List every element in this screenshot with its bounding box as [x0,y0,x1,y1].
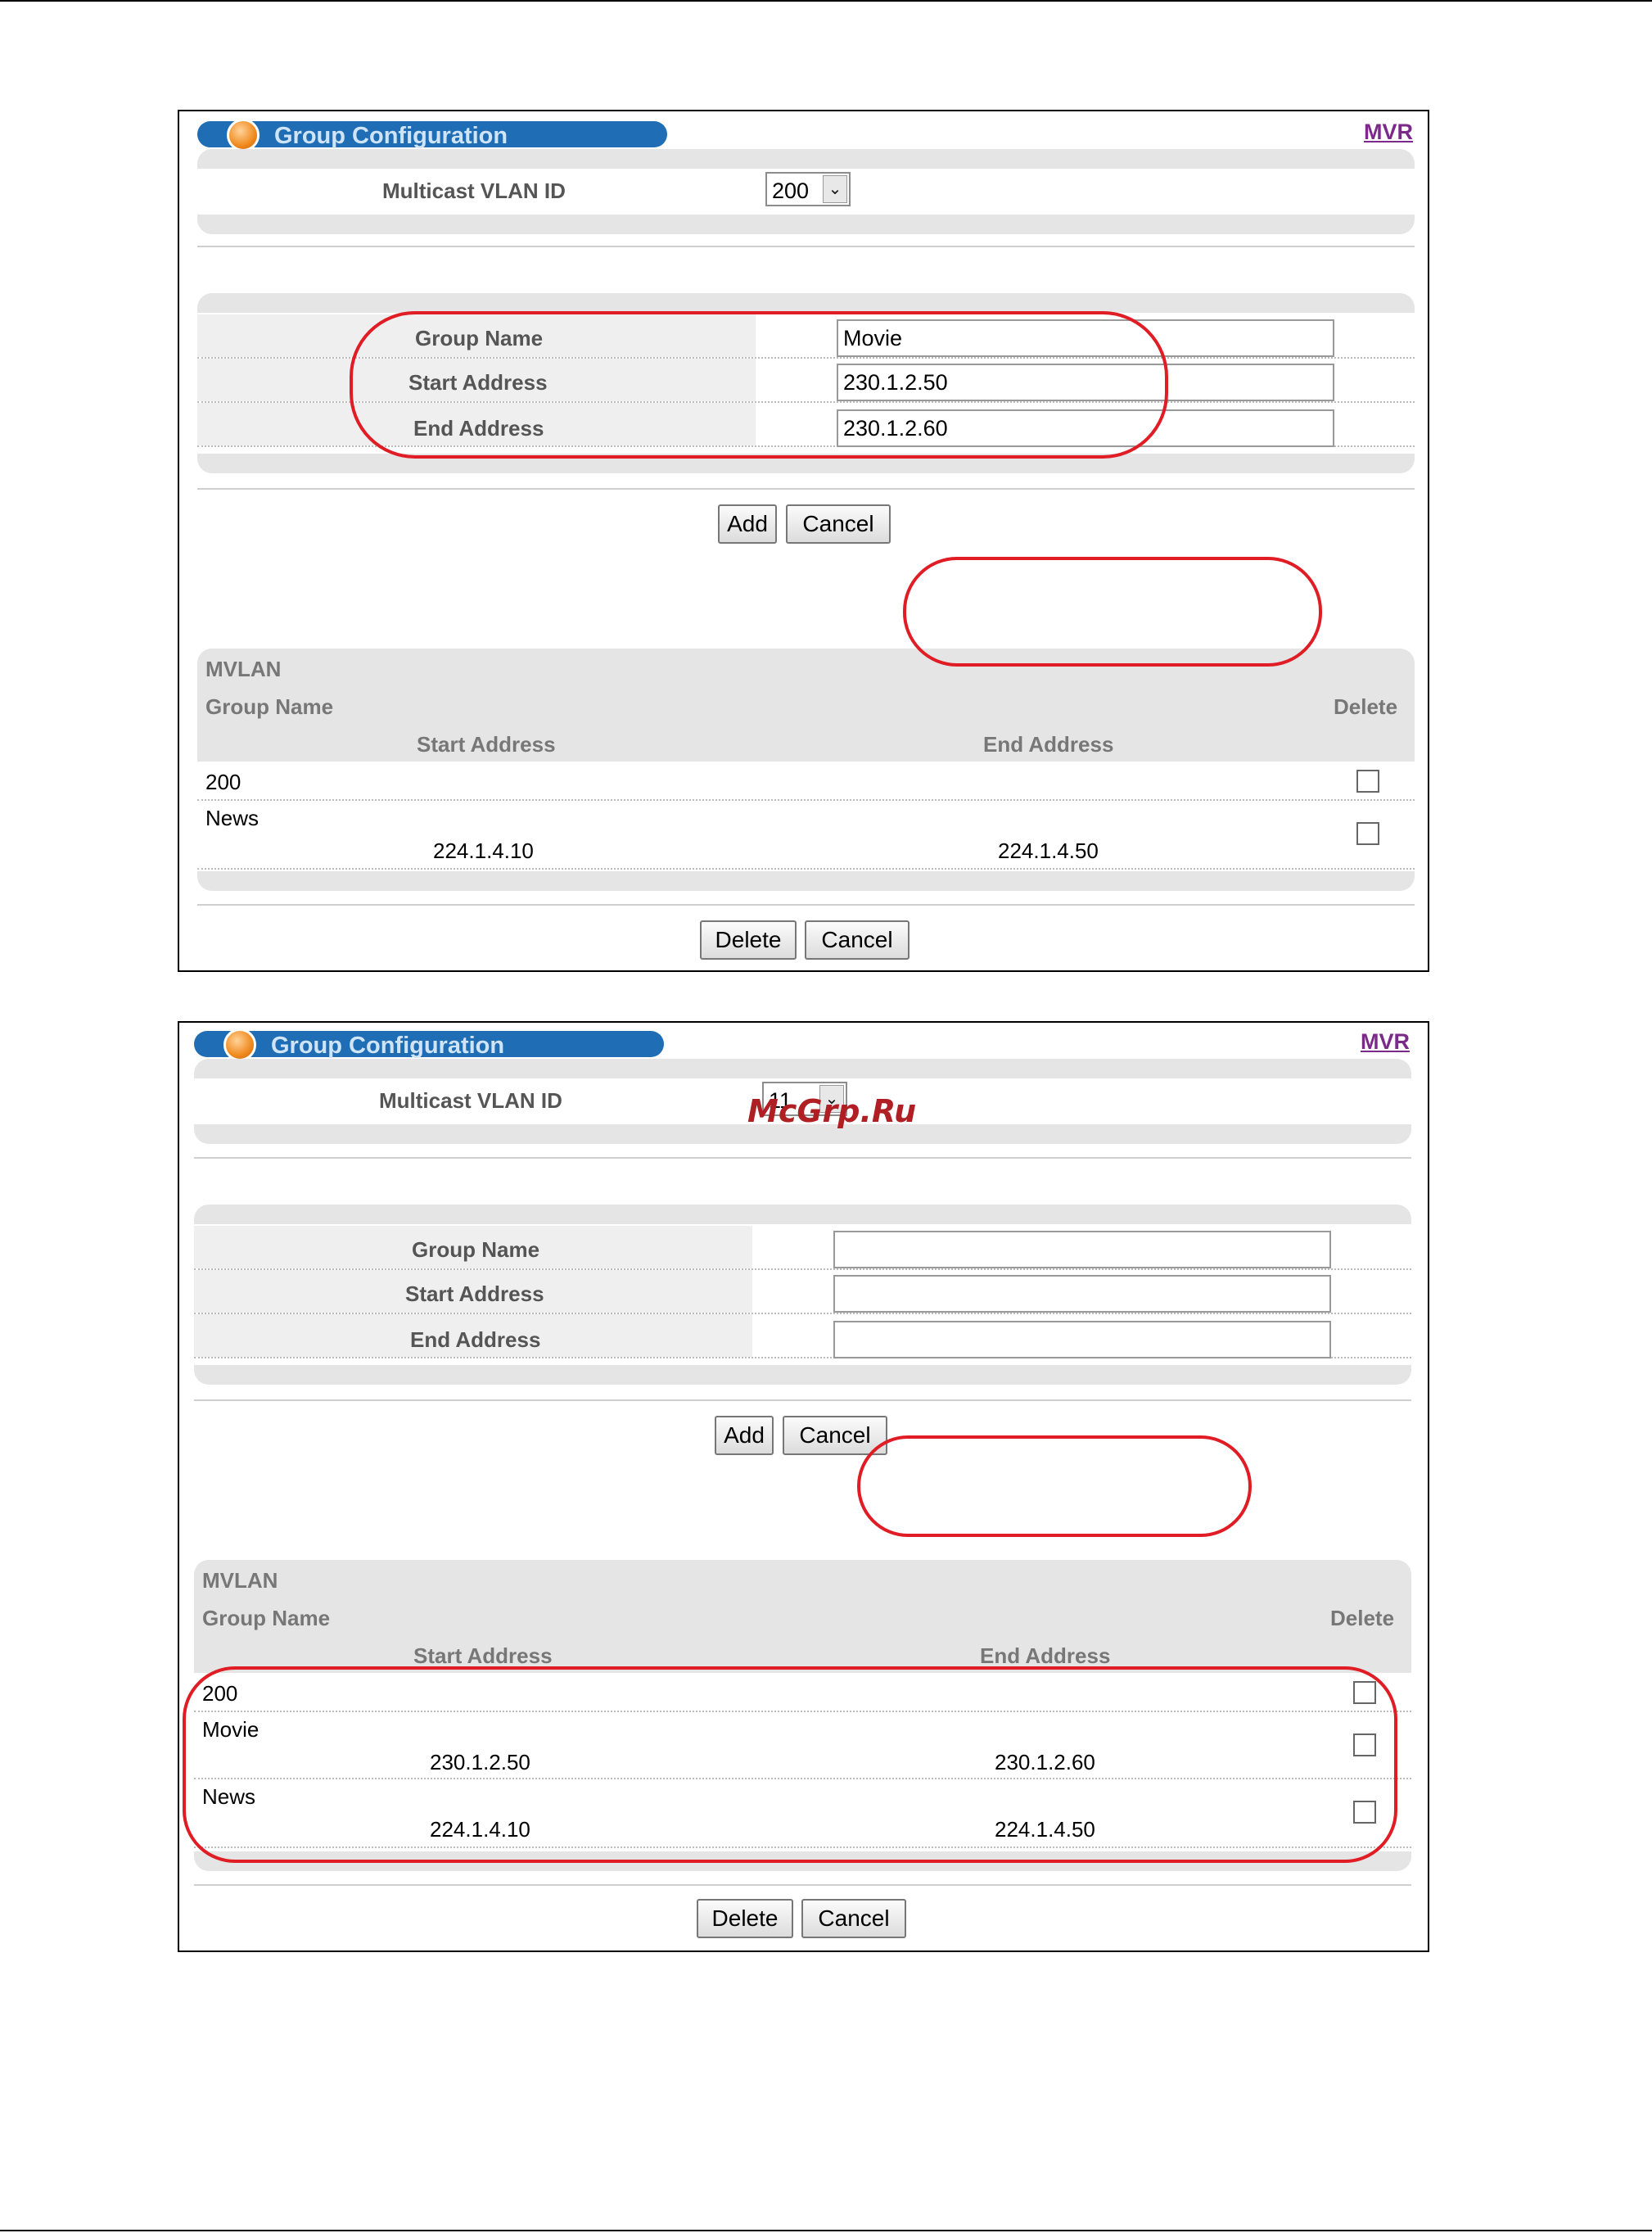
highlight-annotation [857,1435,1252,1537]
vlan-select-value: 200 [772,179,810,203]
mvlan-header: MVLAN [202,1568,278,1593]
orb-icon [227,119,260,151]
title-bar: Group Configuration [194,1028,664,1061]
mvlan-table-panel [197,649,1415,891]
vlan-label: Multicast VLAN ID [382,179,566,203]
page-bottom-rule [0,2230,1652,2231]
vlan-label: Multicast VLAN ID [379,1088,562,1113]
screenshot-after: Group Configuration MVR Multicast VLAN I… [178,1021,1429,1952]
screenshot-before: Group Configuration MVR Multicast VLAN I… [178,110,1429,972]
delete-button[interactable]: Delete [697,1899,793,1938]
end-address-header: End Address [980,1643,1111,1668]
orb-icon [223,1028,256,1061]
mvlan-value: 200 [205,770,241,794]
group-name-input[interactable] [833,1231,1331,1268]
start-address-header: Start Address [413,1643,553,1668]
cancel-button[interactable]: Cancel [786,504,891,544]
mvr-link[interactable]: MVR [1361,1029,1410,1055]
group-name-header: Group Name [202,1606,331,1630]
highlight-table-annotation [183,1666,1397,1863]
end-address-label: End Address [410,1327,541,1352]
group-name-header: Group Name [205,694,334,719]
mvr-link[interactable]: MVR [1364,120,1413,145]
delete-header: Delete [1330,1606,1395,1630]
cancel-button-2[interactable]: Cancel [801,1899,906,1938]
highlight-annotation [903,557,1322,667]
cancel-button-2[interactable]: Cancel [805,920,910,960]
group-name-label: Group Name [412,1237,540,1262]
chevron-down-icon: ⌄ [823,175,847,203]
delete-row-checkbox[interactable] [1356,822,1379,845]
vlan-select[interactable]: 200 ⌄ [765,172,851,206]
highlight-form-annotation [350,311,1168,459]
end-address-input[interactable] [833,1321,1331,1358]
delete-button[interactable]: Delete [700,920,797,960]
delete-mvlan-checkbox[interactable] [1356,770,1379,793]
start-address-header: Start Address [417,732,556,757]
watermark: McGrp.Ru [747,1093,917,1129]
page-title: Group Configuration [274,123,508,149]
end-address-header: End Address [983,732,1114,757]
start-address-input[interactable] [833,1275,1331,1313]
title-bar: Group Configuration [197,119,667,151]
table-row-start: 224.1.4.10 [433,839,534,863]
delete-header: Delete [1334,694,1398,719]
add-button[interactable]: Add [718,504,777,544]
start-address-label: Start Address [405,1281,544,1306]
add-button[interactable]: Add [715,1416,774,1455]
table-row-end: 224.1.4.50 [998,839,1099,863]
page-top-rule [0,0,1652,2]
mvlan-header: MVLAN [205,657,282,681]
page-title: Group Configuration [271,1033,505,1059]
table-row-group: News [205,806,260,830]
